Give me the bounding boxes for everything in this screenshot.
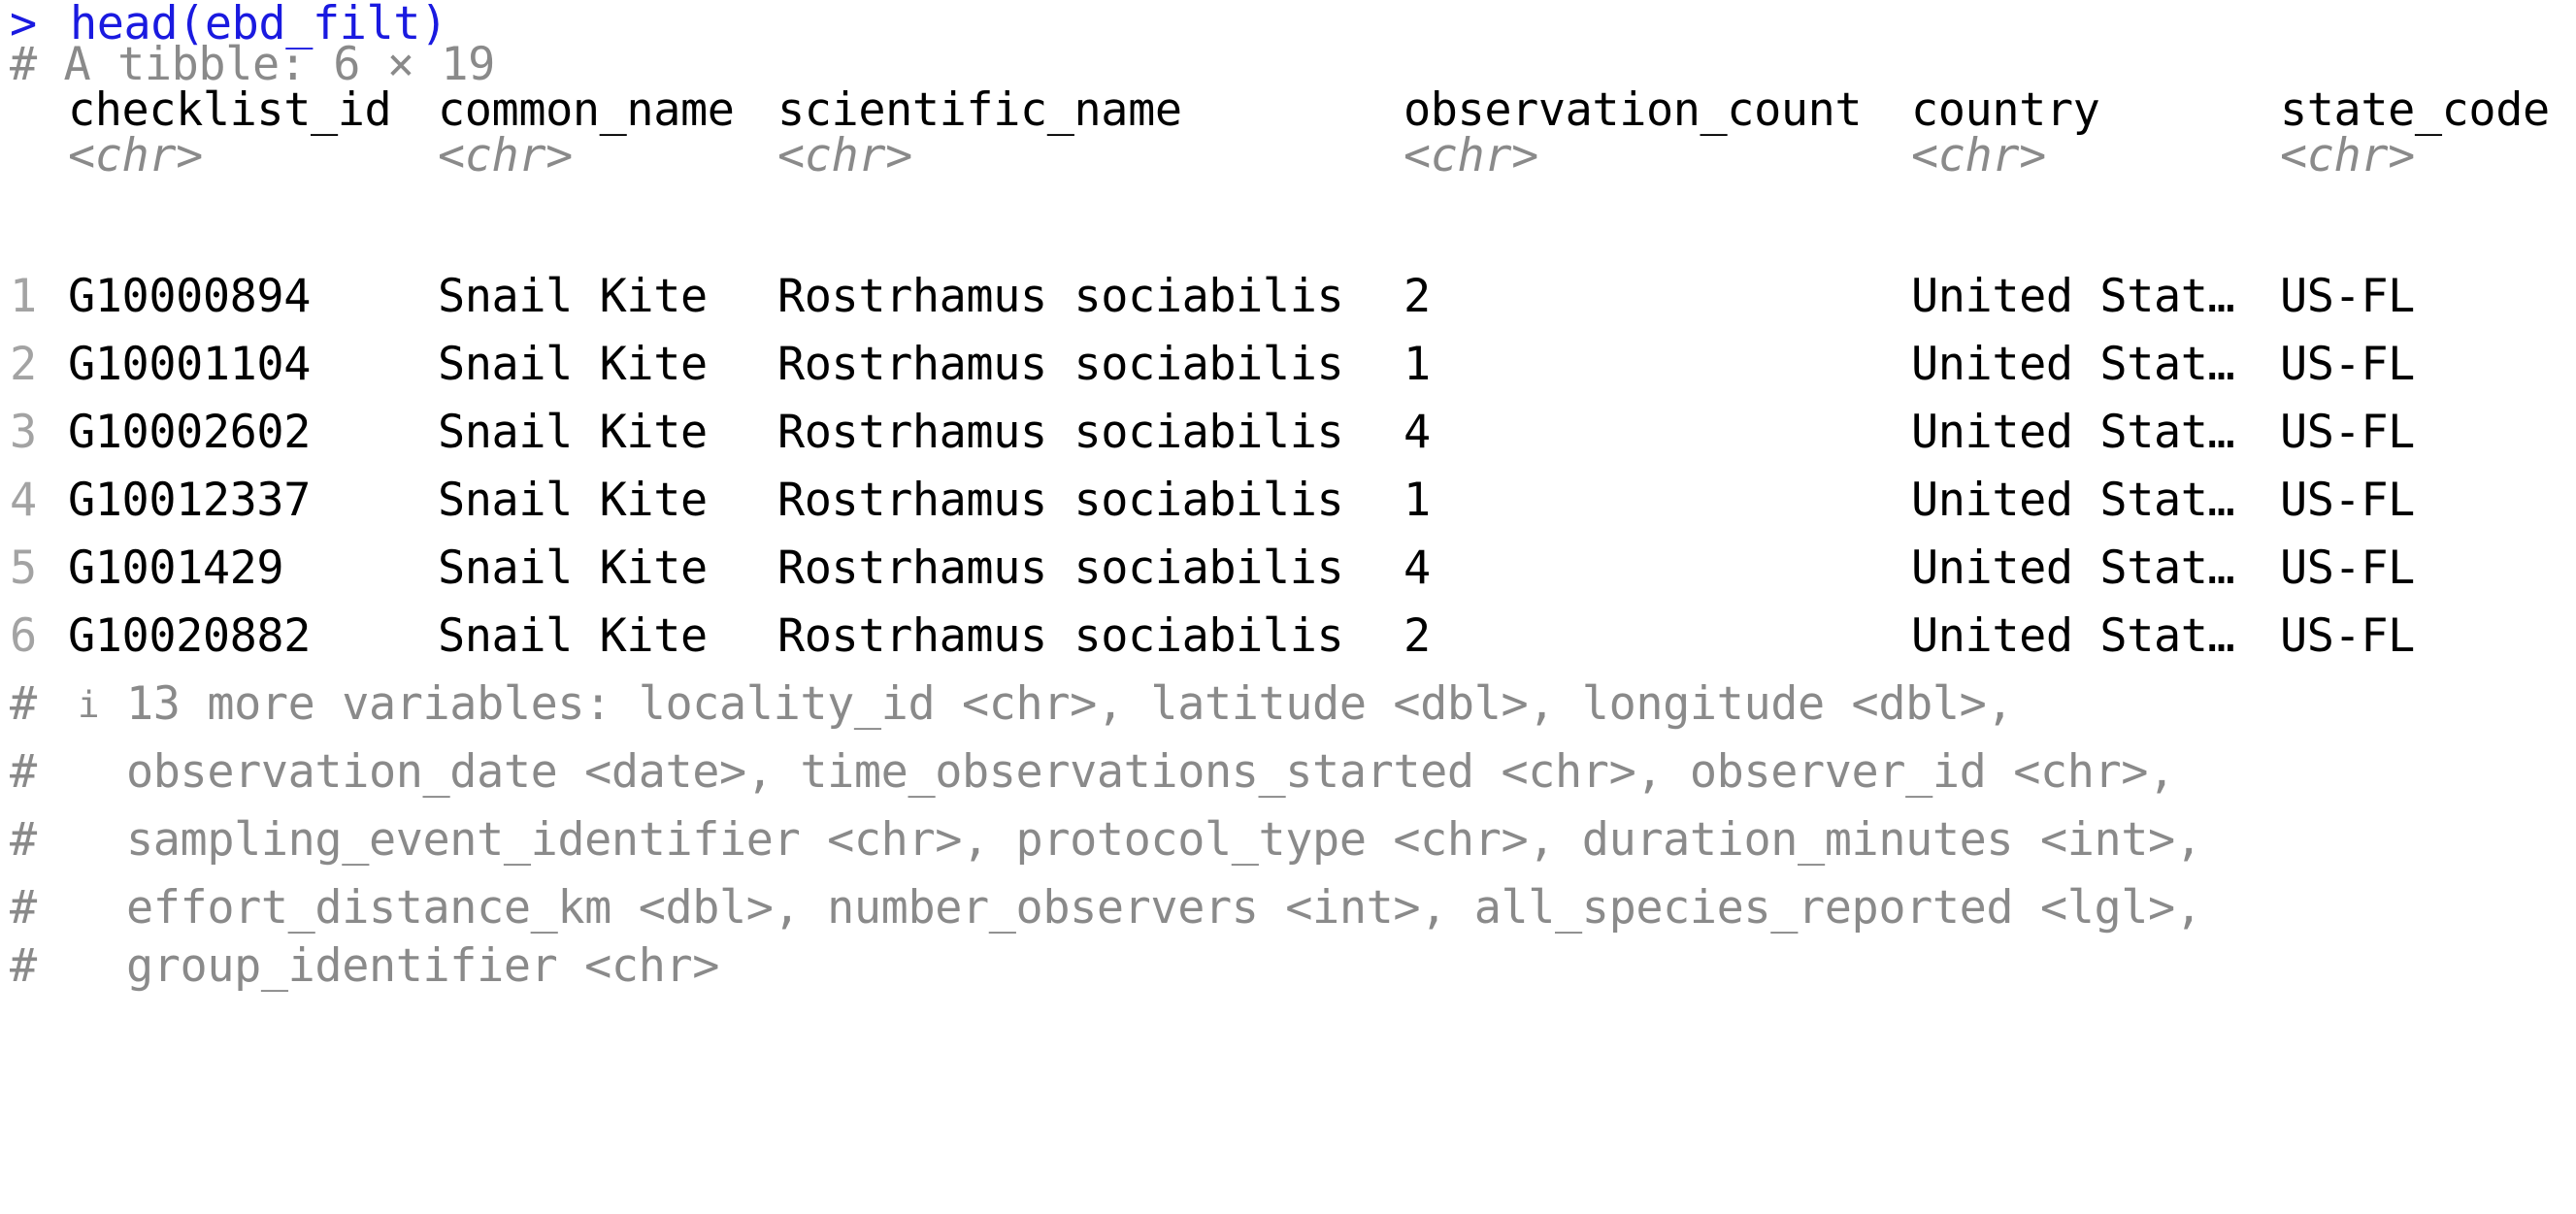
cell-country: United Stat… <box>1911 339 2235 391</box>
more-variables-text: observation_date <date>, time_observatio… <box>126 746 2175 799</box>
cell-scientific-name: Rostrhamus sociabilis <box>777 407 1344 459</box>
column-type-row: <chr> <chr> <chr> <chr> <chr> <chr> <box>10 123 2415 191</box>
comment-hash: # <box>10 940 37 993</box>
cell-checklist-id: G10000894 <box>68 271 311 323</box>
more-variables-line: # group_identifier <chr> <box>10 934 719 1001</box>
table-row: 5 G1001429 Snail Kite Rostrhamus sociabi… <box>10 536 2415 604</box>
table-row: 6 G10020882 Snail Kite Rostrhamus sociab… <box>10 604 2415 672</box>
table-row: 3 G10002602 Snail Kite Rostrhamus sociab… <box>10 400 2415 468</box>
row-number: 3 <box>10 407 37 459</box>
cell-country: United Stat… <box>1911 542 2235 595</box>
cell-country: United Stat… <box>1911 610 2235 663</box>
cell-common-name: Snail Kite <box>438 475 708 527</box>
cell-checklist-id: G1001429 <box>68 542 284 595</box>
row-number: 4 <box>10 475 37 527</box>
cell-state-code: US-FL <box>2280 610 2415 663</box>
column-type: <chr> <box>1911 130 2046 182</box>
table-row: 1 G10000894 Snail Kite Rostrhamus sociab… <box>10 264 2415 332</box>
comment-hash: # <box>10 814 37 867</box>
info-icon: i <box>78 683 100 726</box>
more-variables-text: group_identifier <chr> <box>126 940 720 993</box>
column-type: <chr> <box>438 130 573 182</box>
cell-checklist-id: G10020882 <box>68 610 311 663</box>
cell-state-code: US-FL <box>2280 271 2415 323</box>
cell-scientific-name: Rostrhamus sociabilis <box>777 542 1344 595</box>
more-variables-line: # i 13 more variables: locality_id <chr>… <box>10 672 2014 739</box>
comment-hash: # <box>10 678 37 731</box>
table-row: 4 G10012337 Snail Kite Rostrhamus sociab… <box>10 468 2415 536</box>
cell-observation-count: 4 <box>1404 542 1431 595</box>
column-type: <chr> <box>2280 130 2415 182</box>
cell-observation-count: 4 <box>1404 407 1431 459</box>
row-number: 6 <box>10 610 37 663</box>
cell-scientific-name: Rostrhamus sociabilis <box>777 610 1344 663</box>
comment-hash: # <box>10 746 37 799</box>
more-variables-text: 13 more variables: locality_id <chr>, la… <box>126 678 2014 731</box>
cell-country: United Stat… <box>1911 407 2235 459</box>
cell-common-name: Snail Kite <box>438 610 708 663</box>
cell-state-code: US-FL <box>2280 339 2415 391</box>
r-console-output: > head(ebd_filt) # A tibble: 6 × 19 chec… <box>0 0 2576 1001</box>
cell-scientific-name: Rostrhamus sociabilis <box>777 271 1344 323</box>
cell-state-code: US-FL <box>2280 542 2415 595</box>
cell-common-name: Snail Kite <box>438 339 708 391</box>
table-row: 2 G10001104 Snail Kite Rostrhamus sociab… <box>10 332 2415 400</box>
cell-observation-count: 1 <box>1404 475 1431 527</box>
cell-common-name: Snail Kite <box>438 271 708 323</box>
row-number: 5 <box>10 542 37 595</box>
column-type: <chr> <box>68 130 203 182</box>
cell-country: United Stat… <box>1911 475 2235 527</box>
row-number: 1 <box>10 271 37 323</box>
cell-checklist-id: G10002602 <box>68 407 311 459</box>
cell-country: United Stat… <box>1911 271 2235 323</box>
more-variables-text: sampling_event_identifier <chr>, protoco… <box>126 814 2202 867</box>
cell-scientific-name: Rostrhamus sociabilis <box>777 475 1344 527</box>
cell-state-code: US-FL <box>2280 475 2415 527</box>
cell-scientific-name: Rostrhamus sociabilis <box>777 339 1344 391</box>
column-type: <chr> <box>777 130 912 182</box>
column-type: <chr> <box>1404 130 1538 182</box>
more-variables-line: # observation_date <date>, time_observat… <box>10 739 2175 807</box>
cell-common-name: Snail Kite <box>438 407 708 459</box>
cell-common-name: Snail Kite <box>438 542 708 595</box>
cell-observation-count: 2 <box>1404 271 1431 323</box>
cell-observation-count: 2 <box>1404 610 1431 663</box>
cell-state-code: US-FL <box>2280 407 2415 459</box>
cell-checklist-id: G10001104 <box>68 339 311 391</box>
cell-observation-count: 1 <box>1404 339 1431 391</box>
more-variables-line: # sampling_event_identifier <chr>, proto… <box>10 807 2202 875</box>
row-number: 2 <box>10 339 37 391</box>
cell-checklist-id: G10012337 <box>68 475 311 527</box>
